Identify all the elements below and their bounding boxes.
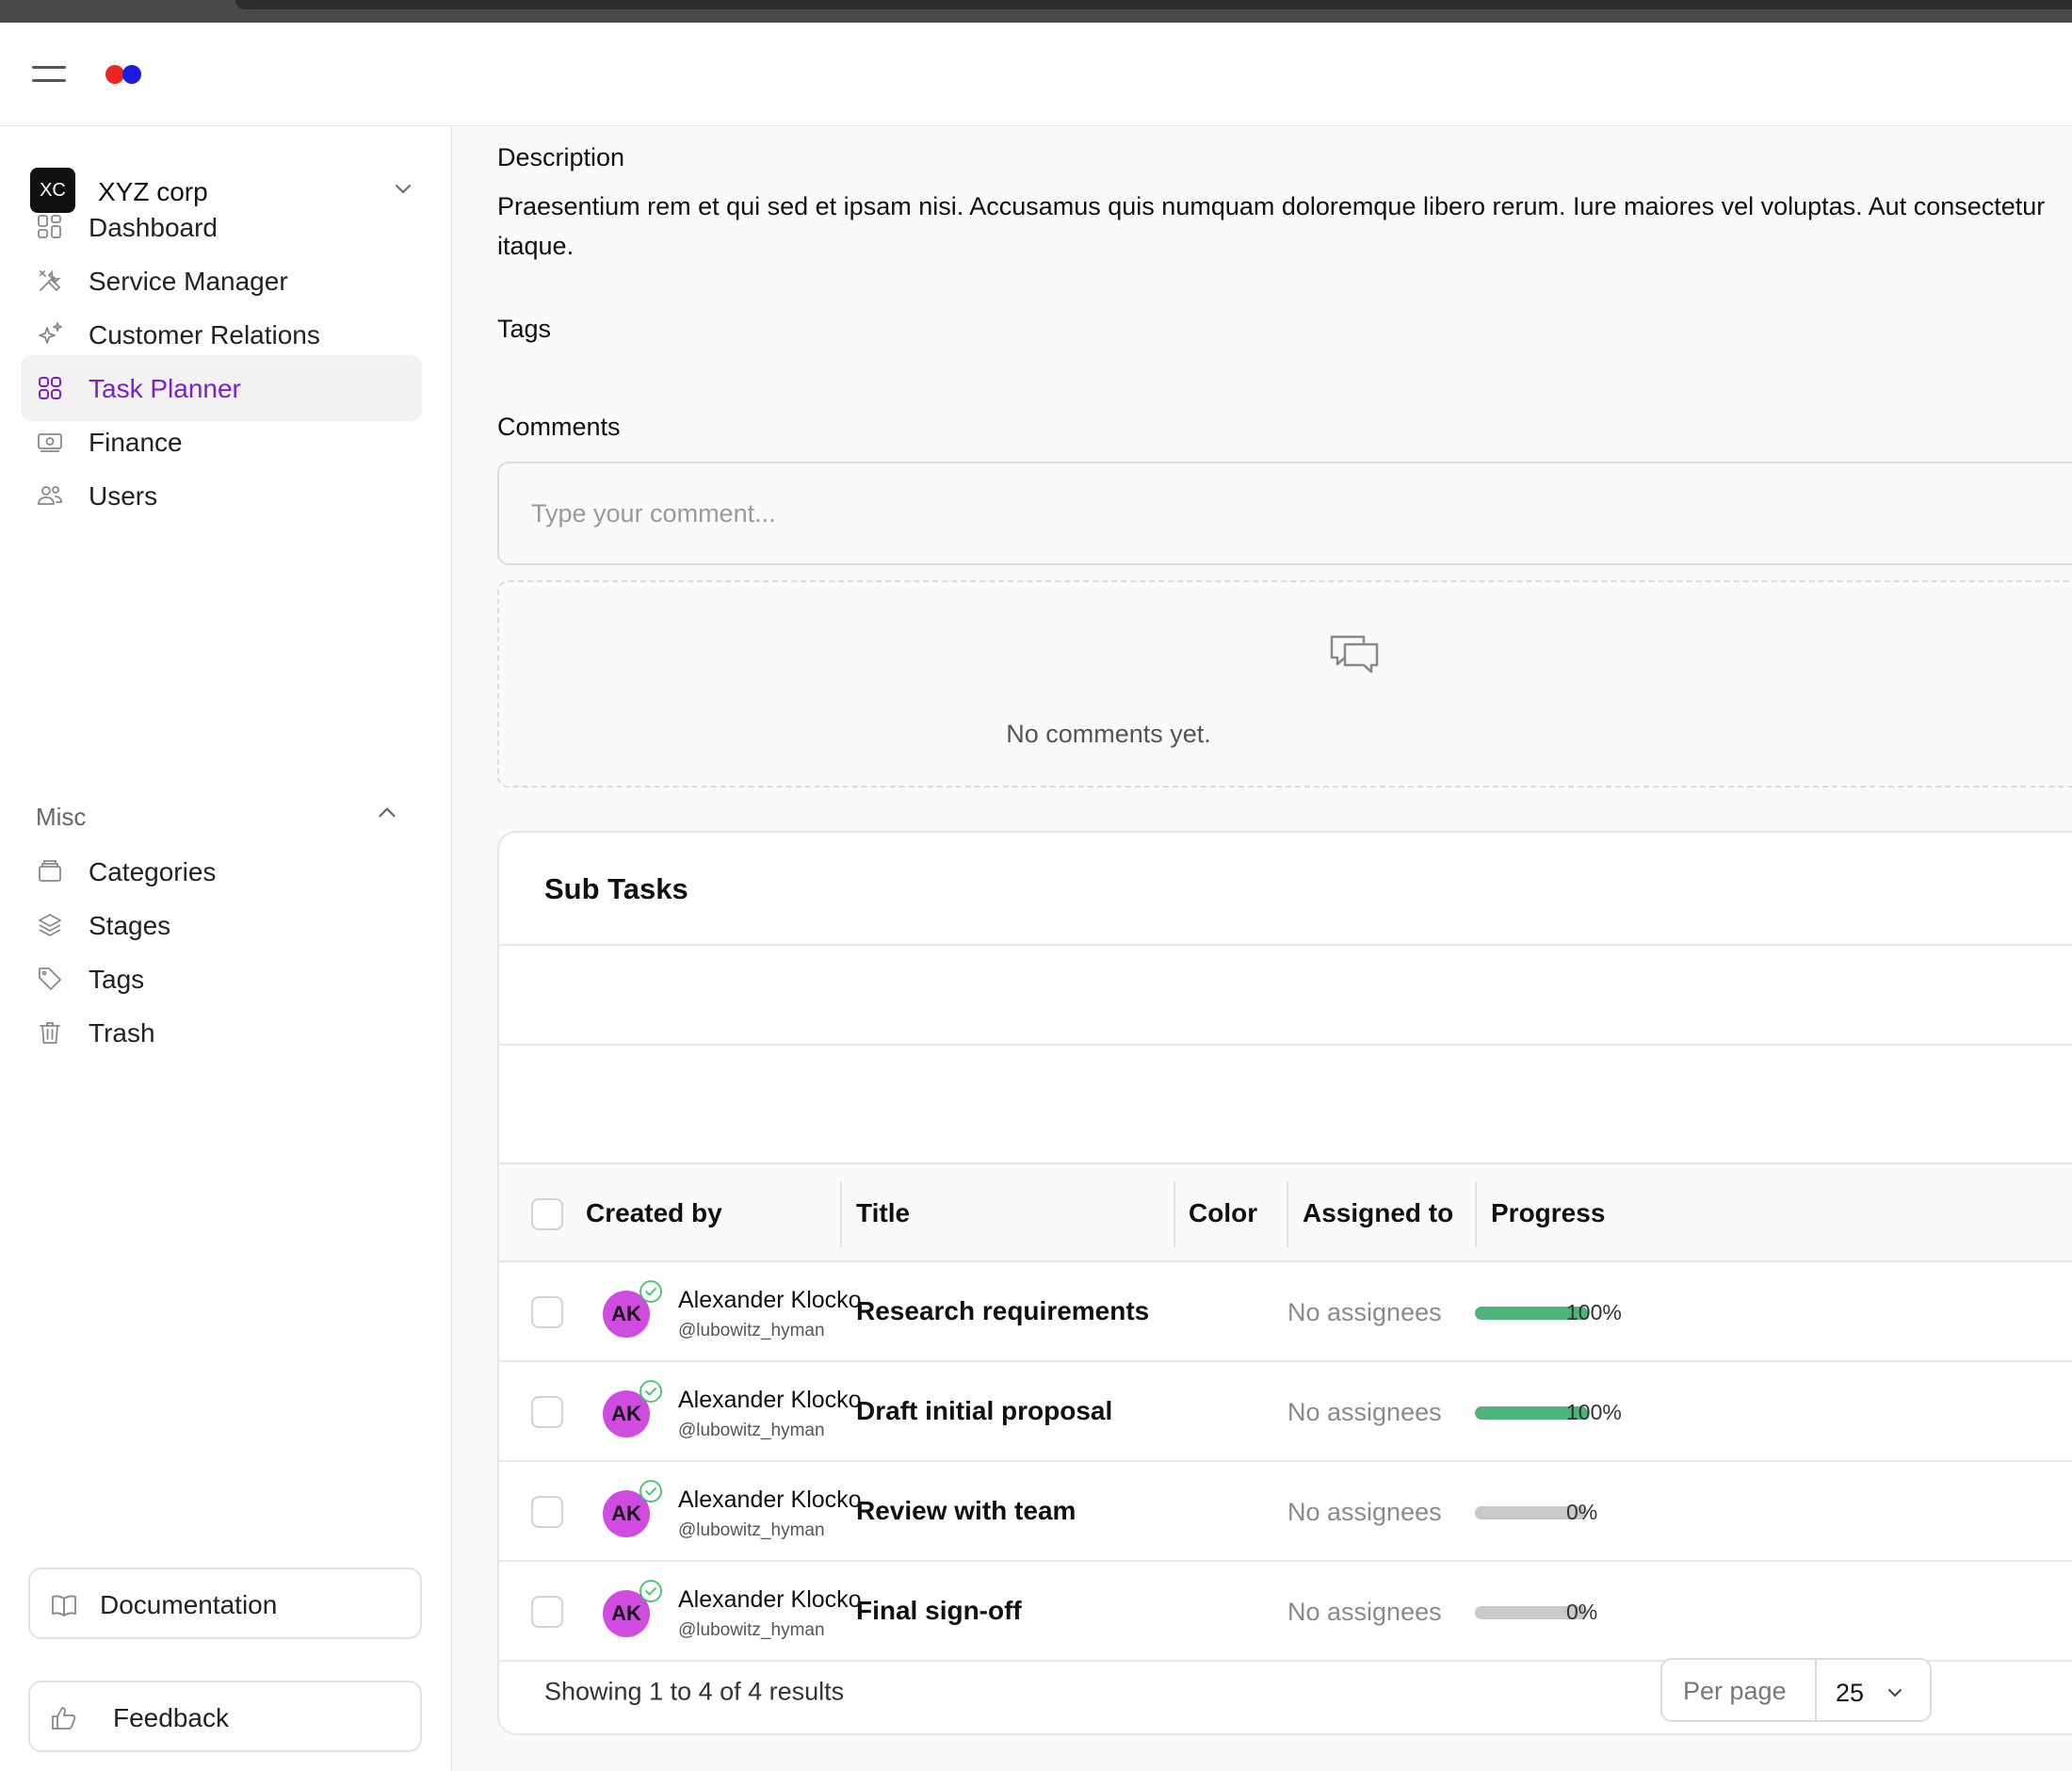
window-frame-inner [235,0,2072,9]
table-row[interactable]: AK Alexander Klocko @lubowitz_hyman Revi… [499,1462,2072,1562]
row-checkbox[interactable] [531,1396,563,1428]
per-page-value: 25 [1836,1679,1865,1707]
table-row[interactable]: AK Alexander Klocko @lubowitz_hyman Fina… [499,1562,2072,1662]
select-all-checkbox[interactable] [531,1198,563,1230]
brand-logo[interactable] [105,62,151,87]
progress-percent: 100% [1566,1400,1622,1424]
column-header-created-by[interactable]: Created by [586,1198,722,1228]
sidebar-item-label: Dashboard [89,213,218,242]
sidebar-item-trash[interactable]: Trash [21,999,422,1065]
misc-section-label[interactable]: Misc [36,803,86,832]
sidebar-item-label: Users [89,481,158,511]
sidebar-item-label: Stages [89,911,171,940]
per-page-divider [1815,1660,1817,1720]
row-checkbox[interactable] [531,1296,563,1328]
top-bar [0,23,2072,126]
verified-check-icon [639,1280,662,1303]
subtask-title[interactable]: Draft initial proposal [856,1396,1112,1426]
pagination-summary: Showing 1 to 4 of 4 results [544,1677,845,1706]
subtasks-card: Sub Tasks Created by Title Color Assigne… [497,831,2072,1735]
tag-icon [39,967,61,990]
progress-percent: 0% [1566,1600,1598,1624]
row-checkbox[interactable] [531,1496,563,1528]
description-text: Praesentium rem et qui sed et ipsam nisi… [497,192,2046,260]
sidebar-item-label: Finance [89,428,183,457]
thumbs-up-icon [52,1707,76,1730]
assignees-text: No assignees [1287,1398,1442,1426]
column-header-title[interactable]: Title [856,1198,910,1228]
column-divider [1174,1181,1175,1247]
assignees-text: No assignees [1287,1498,1442,1526]
feedback-button[interactable]: Feedback [28,1681,422,1752]
comments-heading: Comments [497,413,621,441]
archive-icon [39,860,61,882]
window-frame [0,0,2072,23]
table-row[interactable]: AK Alexander Klocko @lubowitz_hyman Draf… [499,1362,2072,1462]
sidebar-item-label: Service Manager [89,267,288,296]
sidebar-item-label: Task Planner [89,374,241,403]
row-checkbox[interactable] [531,1596,563,1628]
creator-name: Alexander Klocko [678,1287,862,1313]
layers-icon [39,914,61,936]
sidebar-item-label: Trash [89,1018,155,1048]
sidebar-item-label: Tags [89,965,145,994]
column-divider [1287,1181,1288,1247]
grid-icon [38,215,61,238]
verified-check-icon [639,1480,662,1503]
column-header-assigned-to[interactable]: Assigned to [1303,1198,1453,1228]
tools-icon [40,269,61,292]
column-divider [1475,1181,1477,1247]
assignees-text: No assignees [1287,1298,1442,1326]
card-divider [499,1044,2072,1046]
table-row[interactable]: AK Alexander Klocko @lubowitz_hyman Rese… [499,1262,2072,1362]
creator-name: Alexander Klocko [678,1586,862,1613]
sidebar: XC XYZ corp Dashboard Service Manager Cu… [0,126,452,1771]
column-header-color[interactable]: Color [1189,1198,1257,1228]
card-divider [499,944,2072,946]
documentation-label: Documentation [100,1590,278,1619]
per-page-select[interactable]: Per page 25 [1660,1658,1932,1722]
trash-icon [40,1022,60,1044]
no-comments-text: No comments yet. [1006,720,1211,748]
chat-bubbles-icon [1330,635,1379,674]
main-content: Description Praesentium rem et qui sed e… [453,126,2072,1771]
creator-handle: @lubowitz_hyman [678,1520,825,1540]
squares-icon [39,377,61,399]
table-header: Created by Title Color Assigned to Progr… [499,1162,2072,1262]
creator-handle: @lubowitz_hyman [678,1421,825,1440]
hamburger-icon[interactable] [32,64,66,85]
column-divider [840,1181,842,1247]
sidebar-item-label: Categories [89,857,217,886]
tags-heading: Tags [497,315,552,343]
documentation-button[interactable]: Documentation [28,1568,422,1639]
sidebar-item-users[interactable]: Users [21,463,422,528]
per-page-label: Per page [1683,1677,1787,1705]
progress-percent: 0% [1566,1500,1598,1524]
verified-check-icon [639,1380,662,1403]
creator-name: Alexander Klocko [678,1387,862,1413]
verified-check-icon [639,1580,662,1602]
comment-input[interactable] [497,462,2072,565]
subtasks-title: Sub Tasks [544,872,688,905]
assignees-text: No assignees [1287,1598,1442,1626]
creator-handle: @lubowitz_hyman [678,1321,825,1340]
chevron-down-icon [1888,1689,1902,1697]
comments-empty-state: No comments yet. [497,580,2072,788]
creator-handle: @lubowitz_hyman [678,1620,825,1640]
banknote-icon [38,433,62,452]
column-header-progress[interactable]: Progress [1491,1198,1605,1228]
feedback-label: Feedback [113,1703,229,1732]
book-icon [52,1595,76,1617]
subtask-title[interactable]: Research requirements [856,1296,1149,1326]
subtask-title[interactable]: Review with team [856,1496,1076,1526]
description-heading: Description [497,143,625,171]
subtask-title[interactable]: Final sign-off [856,1596,1022,1626]
creator-name: Alexander Klocko [678,1487,862,1513]
sparkles-icon [39,322,62,344]
chevron-up-icon[interactable] [375,801,399,825]
sidebar-item-label: Customer Relations [89,320,320,349]
users-icon [38,486,62,505]
progress-percent: 100% [1566,1300,1622,1324]
